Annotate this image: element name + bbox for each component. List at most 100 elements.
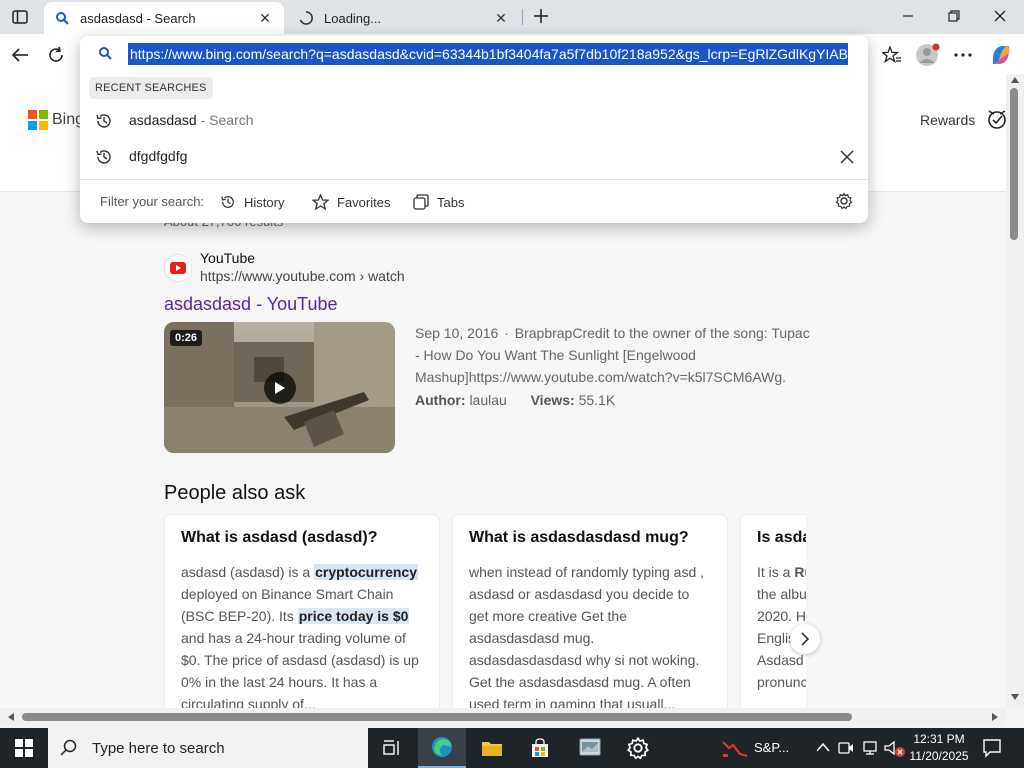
taskbar-search-box[interactable]: Type here to search [48,728,368,768]
history-icon [96,114,111,128]
result-snippet: Sep 10, 2016 · BrapbrapCredit to the own… [415,325,810,385]
bing-logo[interactable]: Bing [28,110,84,130]
filter-label: Filter your search: [100,194,205,209]
horizontal-scroll-thumb[interactable] [22,713,852,721]
clock-date: 11/20/2025 [909,749,969,763]
author-value: laulau [469,392,507,408]
microsoft-logo-icon [28,110,48,130]
refresh-icon [49,46,63,62]
minimize-icon [903,15,913,17]
tab-loading[interactable]: Loading... ✕ [288,2,520,34]
suggestion-text: dfgdfgdfg [129,148,188,164]
profile-button[interactable] [914,42,940,68]
filter-tabs-button[interactable]: Tabs [413,191,464,213]
rewards-trophy-icon[interactable] [986,108,1006,132]
paa-question: What is asdasdasdasd mug? [469,529,689,546]
result-title-link[interactable]: asdasdasd - YouTube [164,294,337,315]
edge-icon [432,737,452,757]
history-icon [96,150,111,164]
task-view-icon [383,740,399,755]
restore-button[interactable] [932,4,976,28]
carousel-next-button[interactable] [790,624,820,654]
close-tab-icon[interactable]: ✕ [492,9,510,27]
plus-icon [534,9,548,23]
chevron-up-icon[interactable] [816,742,830,752]
network-icon[interactable] [862,740,880,756]
paa-highlight: Ru [794,564,806,580]
tab-actions-button[interactable] [8,6,32,28]
windows-logo-icon [15,739,33,757]
copilot-icon [993,46,1010,64]
restore-icon [948,10,960,22]
stock-widget-text[interactable]: S&P... [754,740,789,755]
taskbar-edge-button[interactable] [418,728,466,768]
result-url[interactable]: https://www.youtube.com › watch [200,268,405,284]
suggestion-item[interactable]: asdasdasd - Search [80,104,868,138]
youtube-icon [164,254,192,282]
start-button[interactable] [0,728,48,768]
search-icon [54,10,70,26]
clock-time: 12:31 PM [913,732,965,746]
paa-card[interactable]: What is asdasd (asdasd)? asdasd (asdasd)… [164,514,440,708]
system-clock[interactable]: 12:31 PM 11/20/2025 [908,731,970,765]
vertical-scrollbar[interactable] [1006,74,1024,708]
result-site-name: YouTube [200,250,256,266]
back-button[interactable] [7,42,33,68]
taskbar-settings-button[interactable] [614,728,662,768]
rewards-link[interactable]: Rewards [920,112,975,128]
taskbar-file-explorer-button[interactable] [468,728,516,768]
arrow-left-icon [11,48,28,62]
paa-answer: when instead of randomly typing asd , as… [469,564,705,708]
remove-suggestion-icon[interactable] [838,148,856,166]
new-tab-button[interactable] [530,5,552,27]
filter-favorites-button[interactable]: Favorites [312,191,390,213]
play-icon[interactable] [264,372,296,404]
task-view-button[interactable] [368,728,416,768]
meet-now-icon[interactable] [838,740,854,756]
address-bar-input[interactable]: https://www.bing.com/search?q=asdasdasd&… [128,43,848,65]
gear-icon[interactable] [835,192,853,210]
dropdown-divider [80,179,868,180]
views-label: Views: [530,392,575,408]
history-icon [221,196,234,208]
video-duration: 0:26 [170,330,203,346]
star-list-icon [882,46,901,64]
horizontal-scrollbar[interactable] [0,708,1006,726]
paa-card[interactable]: What is asdasdasdasd mug? when instead o… [452,514,728,708]
star-icon [312,194,329,210]
filter-tabs-label: Tabs [437,194,465,210]
tab-title: asdasdasd - Search [80,10,196,26]
scroll-left-icon[interactable] [8,713,14,721]
taskbar-app-button[interactable] [566,728,614,768]
filter-favorites-label: Favorites [337,194,391,210]
recent-searches-label: RECENT SEARCHES [89,77,213,99]
tab-title: Loading... [324,10,382,26]
suggestion-item[interactable]: dfgdfgdfg [80,140,868,174]
tab-active[interactable]: asdasdasd - Search ✕ [44,2,284,34]
scroll-right-icon[interactable] [992,713,998,721]
volume-muted-icon[interactable] [884,740,906,758]
taskbar-store-button[interactable] [516,728,564,768]
filter-history-label: History [244,194,285,210]
paa-answer: asdasd (asdasd) is a cryptocurrency depl… [181,564,419,708]
refresh-button[interactable] [43,42,69,68]
close-window-button[interactable] [978,4,1022,28]
minimize-button[interactable] [886,4,930,28]
more-dots-icon [954,53,972,57]
scroll-down-icon[interactable] [1011,694,1019,700]
video-thumbnail[interactable]: 0:26 [164,322,395,453]
result-meta: Author: laulau Views: 55.1K [415,392,615,408]
copilot-button[interactable] [988,42,1014,68]
tabs-icon [413,194,429,210]
settings-more-button[interactable] [950,42,976,68]
folder-icon [482,742,502,756]
scroll-up-icon[interactable] [1011,77,1019,83]
paa-card[interactable]: Is asda It is a Ru the albu 2020. H Engl… [740,514,806,708]
filter-history-button[interactable]: History [220,191,284,213]
search-icon [99,47,112,60]
close-tab-icon[interactable]: ✕ [256,9,274,27]
vertical-scroll-thumb[interactable] [1010,88,1018,240]
favorites-button[interactable] [879,42,905,68]
stock-chart-icon[interactable] [722,738,748,758]
notification-icon[interactable] [982,738,1002,758]
